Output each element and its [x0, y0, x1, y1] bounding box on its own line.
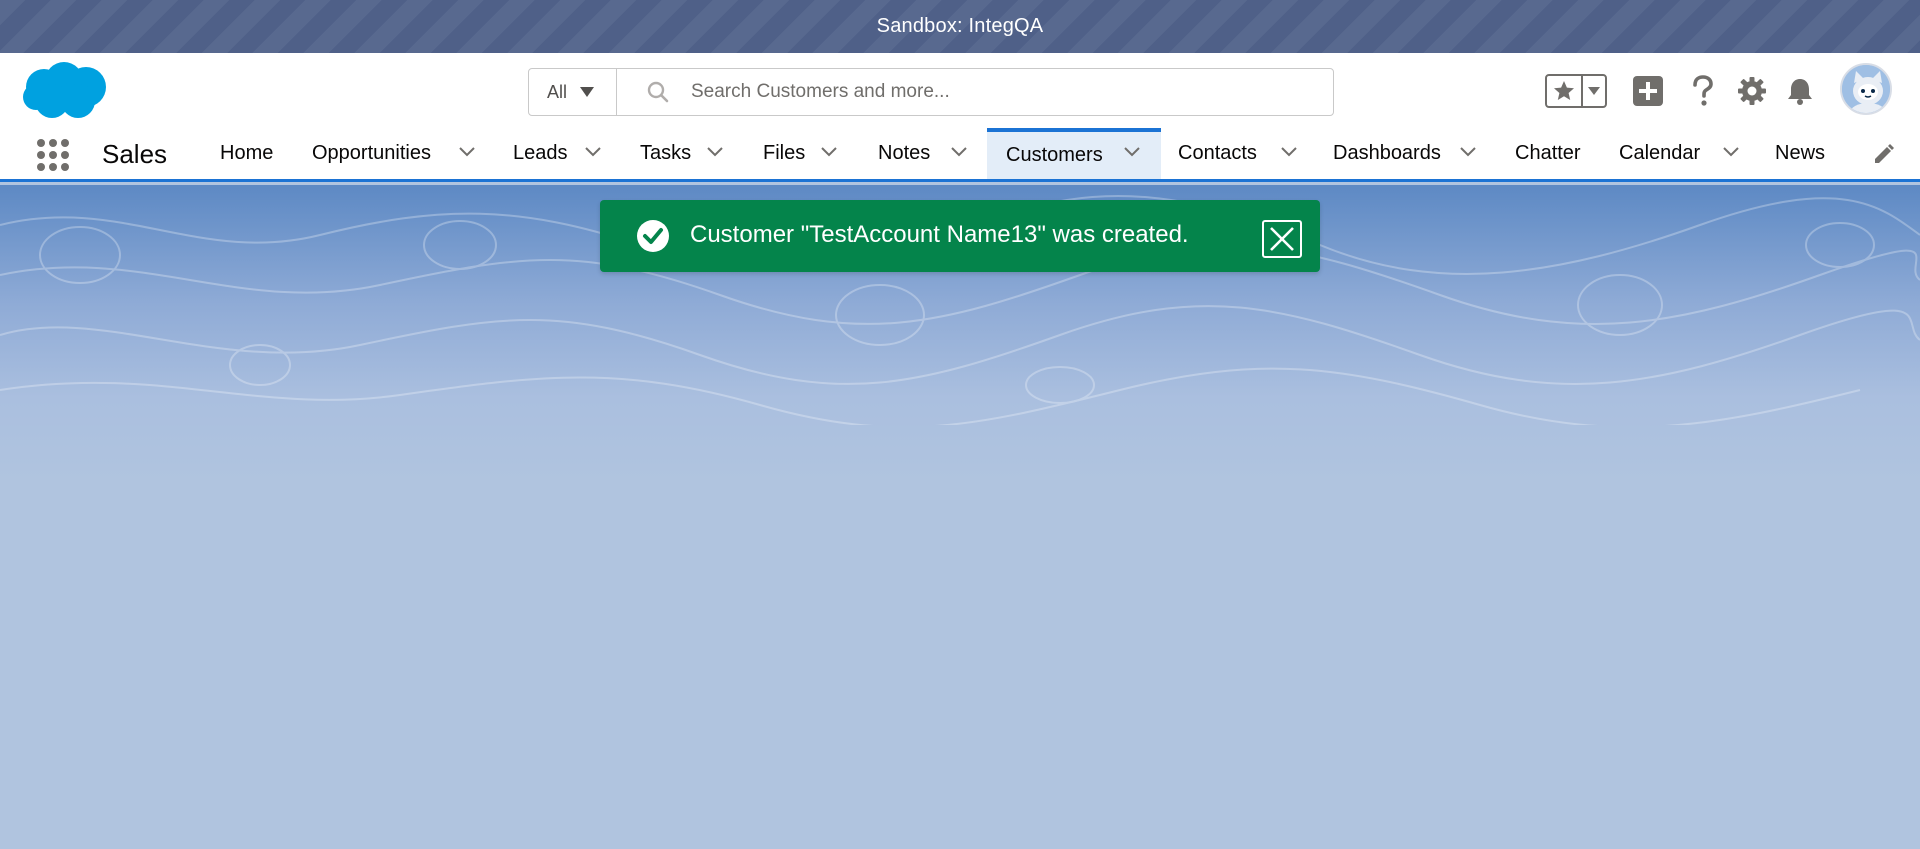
nav-item-label: Contacts: [1178, 142, 1257, 164]
search-scope-dropdown[interactable]: All: [529, 69, 617, 115]
favorites-list-button[interactable]: [1583, 76, 1605, 106]
search-scope-label: All: [547, 81, 568, 102]
chevron-down-icon[interactable]: [821, 147, 837, 157]
nav-item-files[interactable]: Files: [747, 128, 847, 179]
nav-item-tasks[interactable]: Tasks: [624, 128, 734, 179]
nav-item-label: News: [1775, 142, 1826, 164]
chevron-down-icon[interactable]: [1460, 147, 1476, 157]
add-icon: [1633, 76, 1663, 106]
setup-button[interactable]: [1734, 73, 1770, 109]
help-icon: [1693, 75, 1713, 106]
success-check-icon: [637, 220, 669, 252]
user-avatar[interactable]: [1840, 63, 1892, 115]
toast-close-button[interactable]: [1262, 220, 1302, 258]
nav-item-label: Calendar: [1619, 142, 1701, 164]
nav-item-label: Chatter: [1515, 142, 1581, 164]
chevron-down-icon[interactable]: [1281, 147, 1297, 157]
bell-icon: [1788, 79, 1812, 105]
nav-item-label: Leads: [513, 142, 568, 164]
nav-item-chatter[interactable]: Chatter: [1499, 128, 1599, 179]
nav-item-label: Tasks: [640, 142, 692, 164]
nav-item-label: Customers: [1006, 144, 1103, 166]
chevron-down-icon[interactable]: [951, 147, 967, 157]
favorites-button[interactable]: [1547, 76, 1583, 106]
chevron-down-icon[interactable]: [459, 147, 475, 157]
nav-item-leads[interactable]: Leads: [497, 128, 612, 179]
close-icon: [1270, 227, 1294, 251]
chevron-down-icon[interactable]: [707, 147, 723, 157]
nav-item-label: Home: [220, 142, 274, 164]
gear-icon: [1738, 77, 1766, 105]
search-icon: [647, 81, 669, 103]
nav-item-label: Files: [763, 142, 806, 164]
app-launcher-icon[interactable]: [36, 138, 70, 172]
star-icon: [1554, 81, 1574, 100]
app-name: Sales: [102, 139, 168, 169]
sandbox-banner: Sandbox: IntegQA: [0, 0, 1920, 53]
sandbox-label: Sandbox: IntegQA: [876, 15, 1044, 37]
astro-avatar-icon: [1842, 65, 1890, 113]
app-navigation-bar: Sales Home Opportunities Leads Tasks Fil…: [0, 128, 1920, 182]
success-toast: Customer "TestAccount Name13" was create…: [600, 200, 1320, 272]
global-search: All: [528, 68, 1334, 116]
caret-down-icon: [580, 87, 595, 97]
favorites-button-group: [1545, 74, 1607, 108]
nav-item-calendar[interactable]: Calendar: [1603, 128, 1745, 179]
global-create-button[interactable]: [1630, 73, 1666, 109]
search-field: [617, 69, 1333, 115]
nav-item-customers[interactable]: Customers: [987, 128, 1161, 179]
caret-down-icon: [1588, 87, 1600, 95]
nav-item-home[interactable]: Home: [204, 128, 290, 179]
chevron-down-icon[interactable]: [1124, 147, 1140, 157]
edit-nav-pencil-icon[interactable]: [1872, 142, 1896, 166]
nav-item-notes[interactable]: Notes: [862, 128, 974, 179]
global-header: All: [0, 53, 1920, 128]
nav-item-news[interactable]: News: [1759, 128, 1849, 179]
nav-item-label: Opportunities: [312, 142, 431, 164]
chevron-down-icon[interactable]: [1723, 147, 1739, 157]
page-background: Customer "TestAccount Name13" was create…: [0, 185, 1920, 849]
search-input[interactable]: [691, 81, 1291, 103]
notifications-button[interactable]: [1782, 73, 1818, 109]
nav-item-label: Dashboards: [1333, 142, 1441, 164]
salesforce-logo-icon[interactable]: [22, 61, 112, 123]
help-button[interactable]: [1685, 73, 1721, 109]
chevron-down-icon[interactable]: [585, 147, 601, 157]
nav-item-contacts[interactable]: Contacts: [1162, 128, 1306, 179]
nav-item-label: Notes: [878, 142, 931, 164]
nav-item-dashboards[interactable]: Dashboards: [1317, 128, 1479, 179]
toast-message: Customer "TestAccount Name13" was create…: [690, 221, 1189, 248]
nav-item-opportunities[interactable]: Opportunities: [296, 128, 486, 179]
